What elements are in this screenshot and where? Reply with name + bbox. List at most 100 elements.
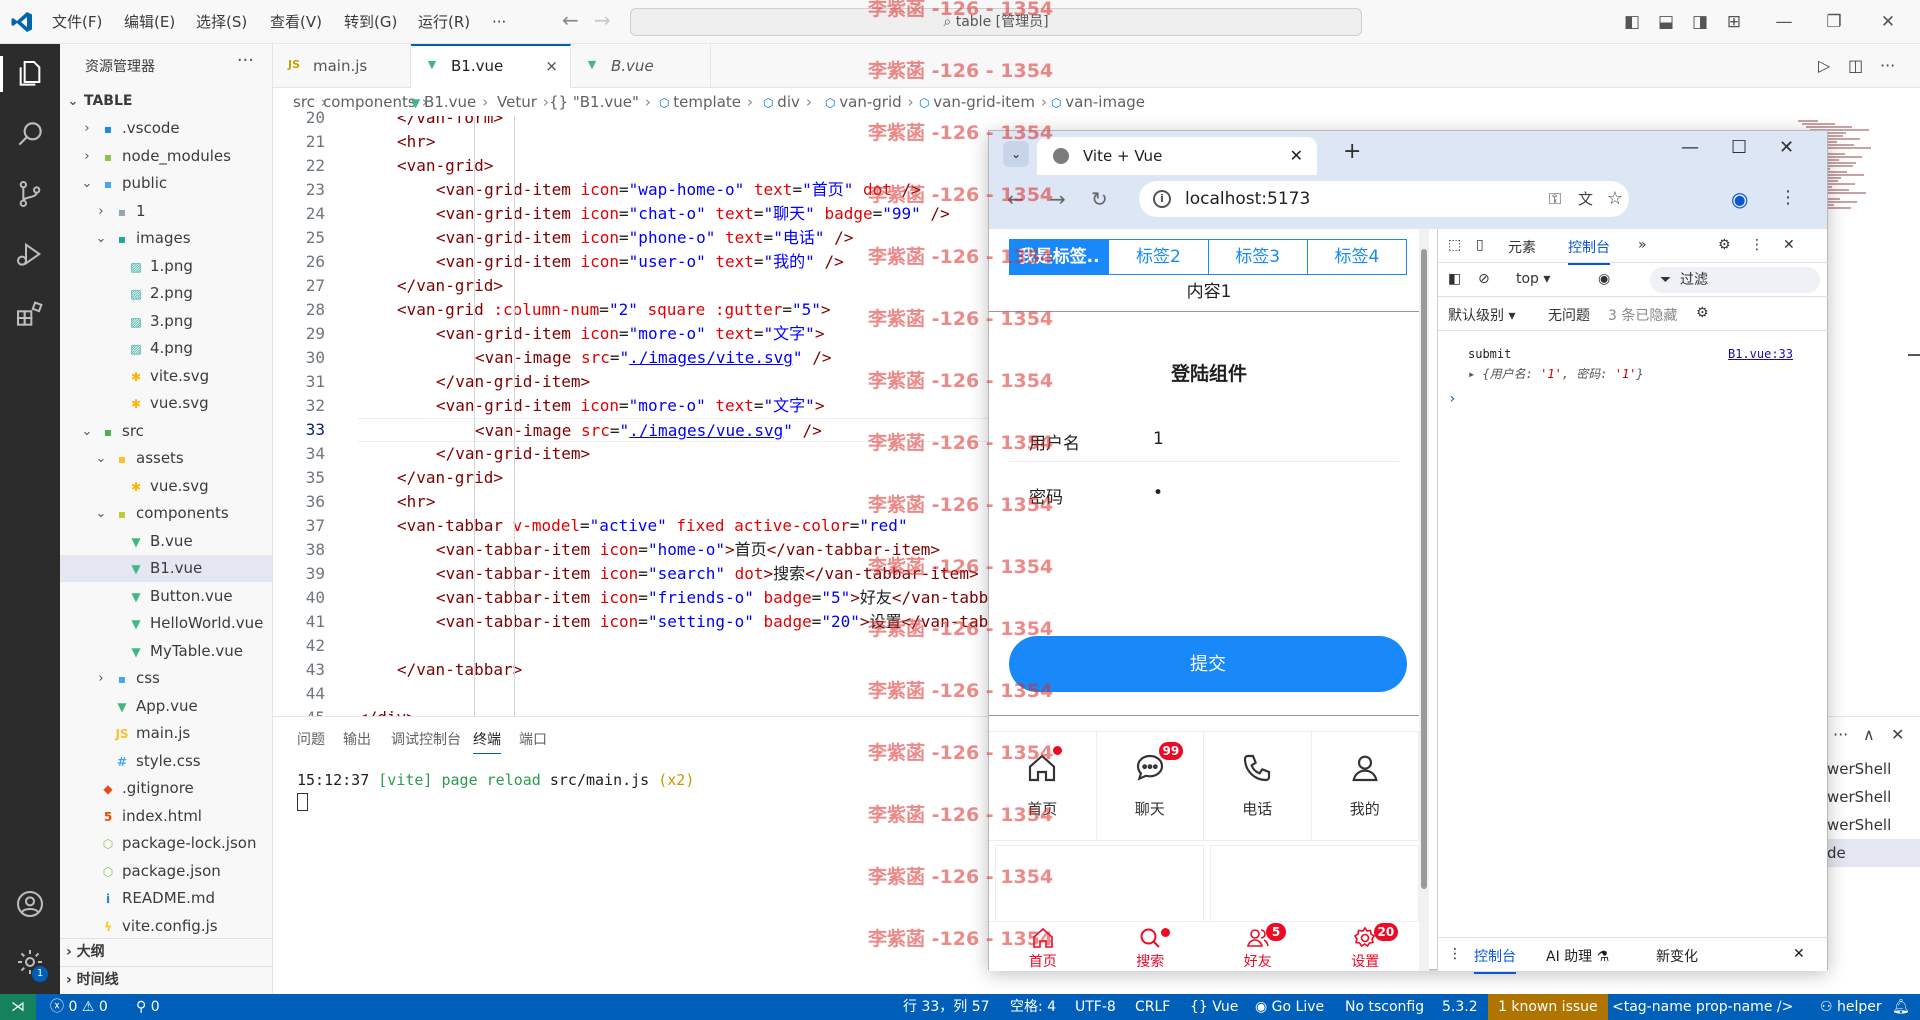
minimize-icon[interactable]: —	[1764, 0, 1804, 44]
customize-layout-icon[interactable]: ⊞	[1714, 0, 1754, 44]
encoding[interactable]: UTF-8	[1075, 994, 1116, 1020]
van-tab-2[interactable]: 标签2	[1109, 240, 1209, 274]
breadcrumb-item[interactable]: Vetur ›	[497, 88, 549, 116]
tree-item[interactable]: ⬡ package.json	[60, 858, 272, 885]
context-select[interactable]: top ▾	[1516, 271, 1550, 287]
tree-item[interactable]: ▼ Button.vue	[60, 583, 272, 610]
key-icon[interactable]: ⚿	[1549, 181, 1561, 217]
van-tab-3[interactable]: 标签3	[1209, 240, 1308, 274]
username-field[interactable]: 1	[1153, 429, 1164, 449]
tree-item[interactable]: ⌄ ▪ assets	[60, 445, 272, 472]
scrollbar-thumb[interactable]	[1421, 249, 1427, 889]
panel-tab[interactable]: 终端	[473, 729, 501, 754]
close-icon[interactable]: ✕	[1779, 137, 1794, 158]
inspect-icon[interactable]: ⬚	[1448, 237, 1461, 253]
minimap-slider[interactable]	[1908, 354, 1920, 356]
timeline-section[interactable]: › 时间线	[60, 966, 272, 993]
menu-3[interactable]: 查看(V)	[270, 0, 322, 44]
devtools-tab-console[interactable]: 控制台	[1568, 237, 1610, 265]
breadcrumb-item[interactable]: ⬡ div ›	[763, 88, 812, 117]
settings-gear-icon[interactable]: ⚙	[1718, 237, 1731, 253]
drawer-tab-console[interactable]: 控制台	[1474, 946, 1516, 974]
explorer-icon[interactable]	[0, 56, 48, 92]
van-tab-4[interactable]: 标签4	[1308, 240, 1406, 274]
panel-tab[interactable]: 问题	[297, 729, 325, 749]
close-drawer-icon[interactable]: ✕	[1793, 946, 1805, 962]
close-tab-icon[interactable]: ✕	[1290, 137, 1303, 175]
tree-item[interactable]: ▨ 4.png	[60, 335, 272, 362]
tab-b-vue[interactable]: ▼ B.vue	[571, 44, 711, 88]
more-actions-icon[interactable]: ···	[237, 50, 254, 71]
terminal-instance[interactable]: werShell	[1827, 811, 1920, 839]
tabbar-item-setting[interactable]: 设置 20	[1312, 922, 1420, 971]
go-live[interactable]: ◉ Go Live	[1255, 994, 1324, 1020]
tag-name-hint[interactable]: <tag-name prop-name />	[1612, 994, 1793, 1020]
tsconfig-status[interactable]: No tsconfig	[1345, 994, 1424, 1020]
ts-version[interactable]: 5.3.2	[1442, 994, 1478, 1020]
minimize-icon[interactable]: —	[1681, 137, 1699, 158]
grid-item-phone[interactable]: 电话	[1204, 732, 1312, 840]
devtools-tab-elements[interactable]: 元素	[1508, 237, 1536, 257]
terminal-instance[interactable]: werShell	[1827, 755, 1920, 783]
language-mode[interactable]: {} Vue	[1190, 994, 1238, 1020]
notifications-icon[interactable]: 🔔︎	[1892, 994, 1910, 1020]
extensions-icon[interactable]	[12, 296, 48, 332]
tree-item[interactable]: ϟ vite.config.js	[60, 913, 272, 940]
console-prompt[interactable]: ›	[1448, 391, 1456, 407]
breadcrumb-item[interactable]: ▼ B1.vue ›	[411, 88, 488, 117]
cursor-position[interactable]: 行 33，列 57	[903, 994, 990, 1020]
console-settings-icon[interactable]: ⚙	[1696, 305, 1709, 321]
tree-item[interactable]: ▨ 3.png	[60, 308, 272, 335]
maximize-panel-icon[interactable]: ∧	[1863, 725, 1875, 744]
tabbar-item-search[interactable]: 搜索	[1097, 922, 1205, 971]
tree-item[interactable]: ⌄ ▪ components	[60, 500, 272, 527]
console-log-object[interactable]: ▸ {用户名: '1', 密码: '1'}	[1468, 365, 1644, 382]
password-field[interactable]: •	[1153, 483, 1163, 503]
tab-main-js[interactable]: JS main.js	[273, 44, 411, 88]
tree-item[interactable]: ◆ .gitignore	[60, 775, 272, 802]
close-devtools-icon[interactable]: ✕	[1783, 237, 1795, 253]
tree-item[interactable]: ▨ 1.png	[60, 253, 272, 280]
tree-item[interactable]: ▼ B.vue	[60, 528, 272, 555]
issues-count[interactable]: 无问题	[1548, 305, 1590, 325]
translate-icon[interactable]: 文	[1578, 181, 1593, 217]
tree-item[interactable]: ⬡ package-lock.json	[60, 830, 272, 857]
close-tab-icon[interactable]: ×	[545, 46, 558, 86]
menu-1[interactable]: 编辑(E)	[124, 0, 175, 44]
known-issue[interactable]: 1 known issue	[1488, 994, 1608, 1020]
profile-icon[interactable]: ◉	[1731, 187, 1748, 211]
submit-button[interactable]: 提交	[1009, 636, 1407, 692]
clear-console-icon[interactable]: ⊘	[1478, 271, 1490, 287]
menu-0[interactable]: 文件(F)	[52, 0, 102, 44]
address-bar[interactable]: i localhost:5173 ⚿ 文 ☆	[1139, 181, 1629, 217]
helper-status[interactable]: ⚇ helper	[1820, 994, 1882, 1020]
van-tab-1[interactable]: 我是标签..	[1010, 240, 1110, 274]
back-icon[interactable]: ←	[1007, 187, 1024, 211]
more-actions-icon[interactable]: ···	[1880, 44, 1895, 88]
site-info-icon[interactable]: i	[1153, 190, 1171, 208]
breadcrumb-item[interactable]: ⬡ van-grid-item ›	[919, 88, 1047, 117]
tree-item[interactable]: ⌄ ▪ src	[60, 418, 272, 445]
close-panel-icon[interactable]: ✕	[1891, 725, 1904, 744]
command-center[interactable]: ⌕ table [管理员]	[630, 8, 1362, 36]
eol[interactable]: CRLF	[1135, 994, 1170, 1020]
live-expression-eye-icon[interactable]: ◉	[1598, 271, 1610, 287]
split-editor-icon[interactable]: ◫	[1848, 44, 1863, 88]
log-level-select[interactable]: 默认级别 ▾	[1448, 305, 1515, 325]
tree-item[interactable]: ▼ App.vue	[60, 693, 272, 720]
tab-b1-vue[interactable]: ▼ B1.vue ×	[411, 44, 571, 88]
page-scrollbar[interactable]	[1419, 229, 1429, 971]
log-source-link[interactable]: B1.vue:33	[1728, 347, 1793, 361]
forward-icon[interactable]: →	[594, 8, 611, 32]
menu-6[interactable]: ···	[492, 0, 506, 44]
tree-item[interactable]: ✱ vite.svg	[60, 363, 272, 390]
tree-item[interactable]: ▼ B1.vue	[60, 555, 272, 582]
grid-item-user[interactable]: 我的	[1312, 732, 1419, 840]
breadcrumb-item[interactable]: ⬡ van-image	[1051, 88, 1145, 117]
panel-tab[interactable]: 端口	[519, 729, 547, 749]
breadcrumb-item[interactable]: {} "B1.vue" ›	[549, 88, 651, 116]
problems-status[interactable]: ⓧ 0 ⚠ 0	[50, 994, 108, 1020]
tree-item[interactable]: ▼ HelloWorld.vue	[60, 610, 272, 637]
tabbar-item-friends[interactable]: 好友 5	[1204, 922, 1312, 971]
tree-item[interactable]: › ▪ node_modules	[60, 143, 272, 170]
